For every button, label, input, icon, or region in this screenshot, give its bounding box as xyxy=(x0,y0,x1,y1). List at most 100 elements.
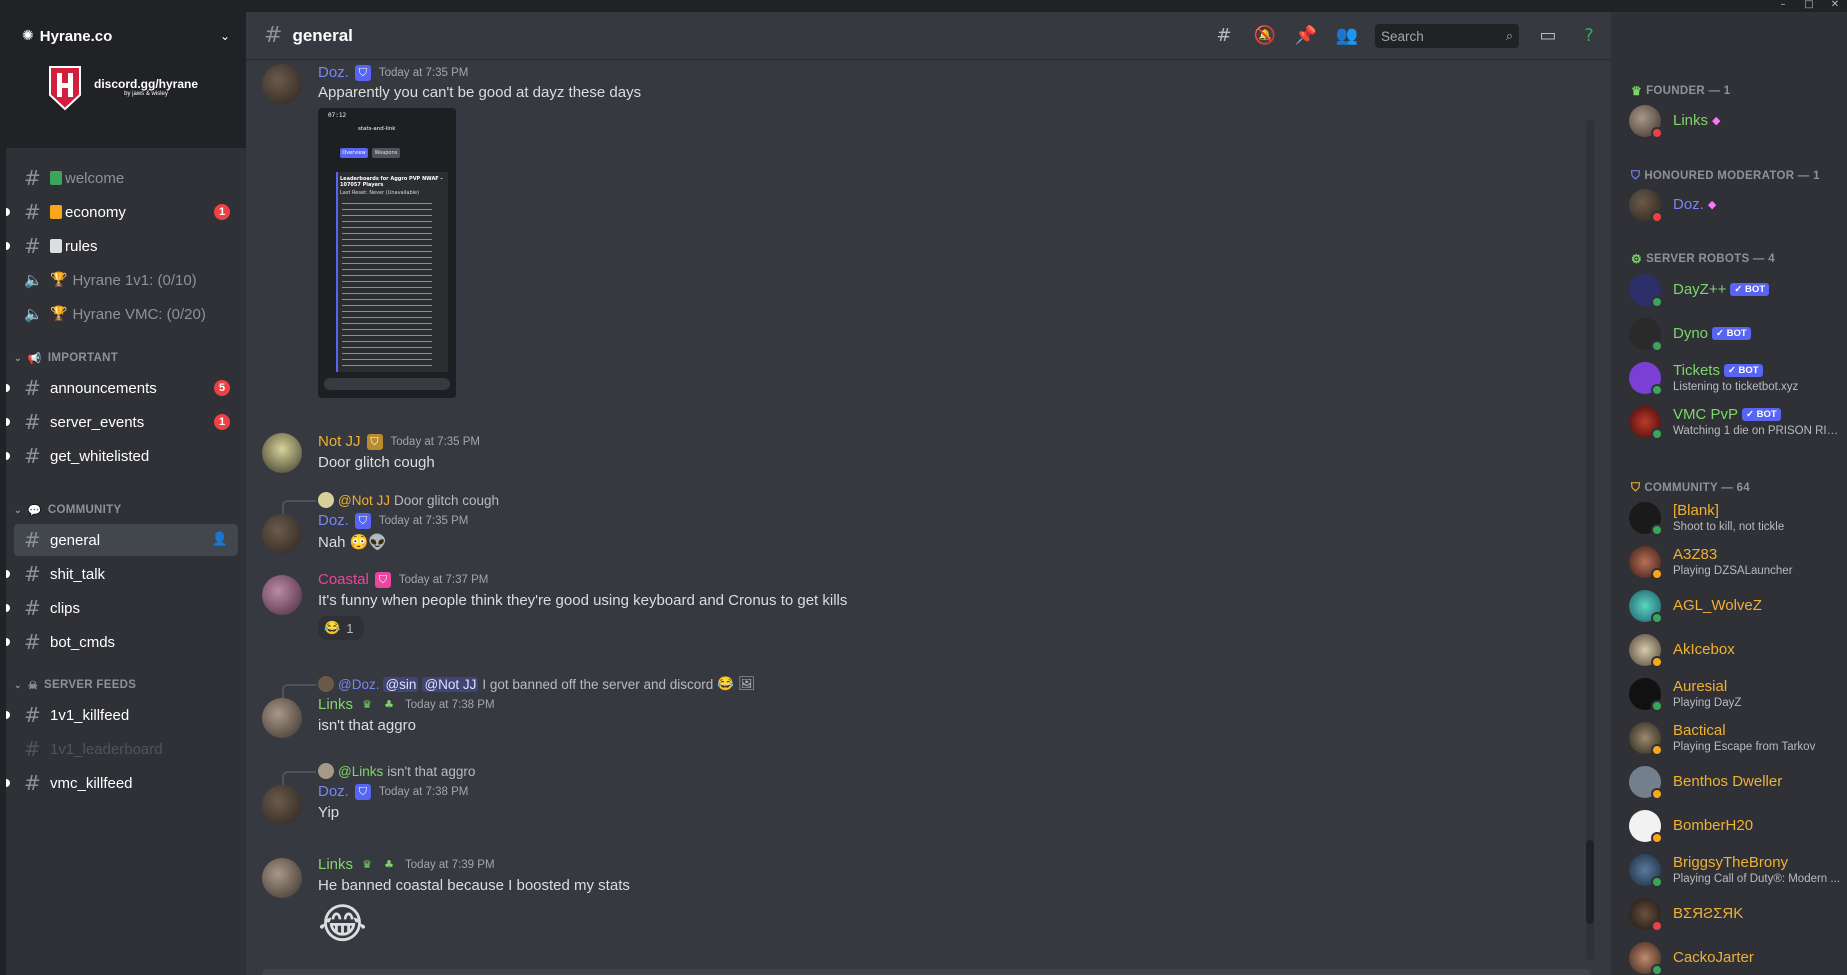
member-item[interactable]: Benthos Dweller xyxy=(1629,761,1843,803)
mute-notifications-icon[interactable]: 🔕 xyxy=(1253,24,1277,48)
message-author[interactable]: Doz. xyxy=(318,64,349,81)
message-author[interactable]: Coastal xyxy=(318,571,369,588)
message-author[interactable]: Doz. xyxy=(318,512,349,529)
category-server-feeds[interactable]: ⌄ ☠ SERVER FEEDS xyxy=(14,675,136,695)
hyrane-logo-icon xyxy=(49,66,81,111)
member-item[interactable]: AkIcebox xyxy=(1629,629,1843,671)
member-item[interactable]: Doz. ◆ xyxy=(1629,184,1843,226)
member-item[interactable]: Bactical Playing Escape from Tarkov xyxy=(1629,717,1843,759)
crown-role-icon: ♛ xyxy=(362,857,372,871)
mention-badge: 1 xyxy=(214,204,230,220)
status-online-icon xyxy=(1651,612,1663,624)
notebook-icon xyxy=(50,239,62,253)
message-author[interactable]: Links xyxy=(318,856,353,873)
avatar[interactable] xyxy=(262,858,302,898)
reply-text: isn't that aggro xyxy=(387,763,476,779)
reply-preview[interactable]: @Not JJ Door glitch cough xyxy=(282,492,499,514)
avatar[interactable] xyxy=(262,575,302,615)
category-community[interactable]: ⌄ 💬 COMMUNITY xyxy=(14,500,121,520)
hash-icon: # xyxy=(24,703,41,727)
scrollbar-thumb[interactable] xyxy=(1586,840,1594,924)
channel-economy[interactable]: # economy 1 xyxy=(6,196,238,228)
reply-preview[interactable]: @Doz. @sin @Not JJ I got banned off the … xyxy=(282,676,755,698)
channel-bot-cmds[interactable]: # bot_cmds xyxy=(6,626,238,658)
bot-tag: ✓ BOT xyxy=(1730,283,1770,296)
category-important[interactable]: ⌄ 📢 IMPORTANT xyxy=(14,348,118,368)
reply-avatar xyxy=(318,763,334,779)
category-label: COMMUNITY xyxy=(47,504,122,516)
add-member-icon[interactable]: 👤 xyxy=(212,532,228,547)
shield-icon: ⛉ xyxy=(1631,168,1641,182)
channel-label: economy xyxy=(65,203,126,221)
reaction-button[interactable]: 😂 1 xyxy=(318,616,364,640)
channel-label: Hyrane VMC: (0/20) xyxy=(72,305,206,323)
help-icon[interactable]: ? xyxy=(1577,24,1601,48)
screenshot-channel: stats-and-link xyxy=(358,126,396,132)
status-online-icon xyxy=(1651,524,1663,536)
avatar[interactable] xyxy=(262,433,302,473)
unread-indicator xyxy=(6,711,10,719)
member-item[interactable]: VMC PvP ✓ BOT Watching 1 die on PRISON RI… xyxy=(1629,401,1843,443)
chevron-down-icon[interactable]: ⌄ xyxy=(220,29,230,43)
mention-badge: 5 xyxy=(214,380,230,396)
channel-welcome[interactable]: # welcome xyxy=(14,162,238,194)
close-icon[interactable]: ✕ xyxy=(1827,0,1843,12)
member-item[interactable]: Tickets ✓ BOT Listening to ticketbot.xyz xyxy=(1629,357,1843,399)
server-header[interactable]: ✺ Hyrane.co ⌄ discord.gg/hyrane by jaws … xyxy=(6,12,246,148)
message-text: Yip xyxy=(318,804,340,821)
scrollbar[interactable] xyxy=(1586,120,1594,960)
channel-label: server_events xyxy=(50,413,145,431)
voice-channel-1v1[interactable]: 🔈 🏆 Hyrane 1v1: (0/10) xyxy=(14,264,238,296)
channel-rules[interactable]: # rules xyxy=(6,230,238,262)
reply-preview[interactable]: @Links isn't that aggro xyxy=(282,763,476,785)
plant-role-icon: ♣ xyxy=(384,697,394,711)
avatar[interactable] xyxy=(262,64,302,104)
avatar[interactable] xyxy=(262,514,302,554)
channel-announcements[interactable]: # announcements 5 xyxy=(6,372,238,404)
message-timestamp: Today at 7:38 PM xyxy=(378,785,469,798)
channel-1v1-leaderboard[interactable]: # 1v1_leaderboard xyxy=(14,733,238,765)
voice-channel-vmc[interactable]: 🔈 🏆 Hyrane VMC: (0/20) xyxy=(14,298,238,330)
channel-label: general xyxy=(50,531,101,549)
member-item[interactable]: DayZ++ ✓ BOT xyxy=(1629,269,1843,311)
minimize-icon[interactable]: – xyxy=(1775,0,1791,12)
member-list-icon[interactable]: 👥 xyxy=(1335,24,1359,48)
status-online-icon xyxy=(1651,700,1663,712)
message-author[interactable]: Not JJ xyxy=(318,433,361,450)
channel-server-events[interactable]: # server_events 1 xyxy=(6,406,238,438)
member-item[interactable]: BomberH20 xyxy=(1629,805,1843,847)
channel-clips[interactable]: # clips xyxy=(6,592,238,624)
image-attachment[interactable]: 07:12 stats-and-link Overview Weapons Le… xyxy=(318,108,456,398)
message-text: He banned coastal because I boosted my s… xyxy=(318,877,630,894)
member-item[interactable]: A3Z83 Playing DZSALauncher xyxy=(1629,541,1843,583)
message-timestamp: Today at 7:37 PM xyxy=(398,573,489,586)
channel-shit-talk[interactable]: # shit_talk xyxy=(6,558,238,590)
shield-role-icon: ⛉ xyxy=(354,783,371,800)
member-item[interactable]: CackoJarter xyxy=(1629,937,1843,975)
threads-icon[interactable]: # xyxy=(1212,24,1236,48)
maximize-icon[interactable]: □ xyxy=(1801,0,1817,12)
member-item[interactable]: AGL_WolveZ xyxy=(1629,585,1843,627)
inbox-icon[interactable]: ▭ xyxy=(1536,24,1560,48)
laughing-emoji-icon: 😂 xyxy=(717,676,735,691)
avatar[interactable] xyxy=(262,785,302,825)
screenshot-title: Leaderboards for Aggro PVP NWAF - 107057… xyxy=(340,176,443,188)
member-item[interactable]: [Blank] Shoot to kill, not tickle xyxy=(1629,497,1843,539)
channel-vmc-killfeed[interactable]: # vmc_killfeed xyxy=(6,767,238,799)
unread-indicator xyxy=(6,418,10,426)
message-composer[interactable] xyxy=(262,969,1591,975)
member-item[interactable]: BriggsyTheBrony Playing Call of Duty®: M… xyxy=(1629,849,1843,891)
member-item[interactable]: Auresial Playing DayZ xyxy=(1629,673,1843,715)
channel-get-whitelisted[interactable]: # get_whitelisted xyxy=(6,440,238,472)
member-item[interactable]: Dyno ✓ BOT xyxy=(1629,313,1843,355)
pinned-messages-icon[interactable]: 📌 xyxy=(1294,24,1318,48)
channel-general[interactable]: # general 👤 xyxy=(14,524,238,556)
boost-gem-icon: ◆ xyxy=(1707,199,1717,211)
message-author[interactable]: Links xyxy=(318,696,353,713)
message-author[interactable]: Doz. xyxy=(318,783,349,800)
member-item[interactable]: Links ◆ xyxy=(1629,100,1843,142)
avatar[interactable] xyxy=(262,698,302,738)
channel-1v1-killfeed[interactable]: # 1v1_killfeed xyxy=(6,699,238,731)
member-item[interactable]: BΣЯƧΣЯK xyxy=(1629,893,1843,935)
search-input[interactable]: Search ⌕ xyxy=(1375,24,1519,48)
